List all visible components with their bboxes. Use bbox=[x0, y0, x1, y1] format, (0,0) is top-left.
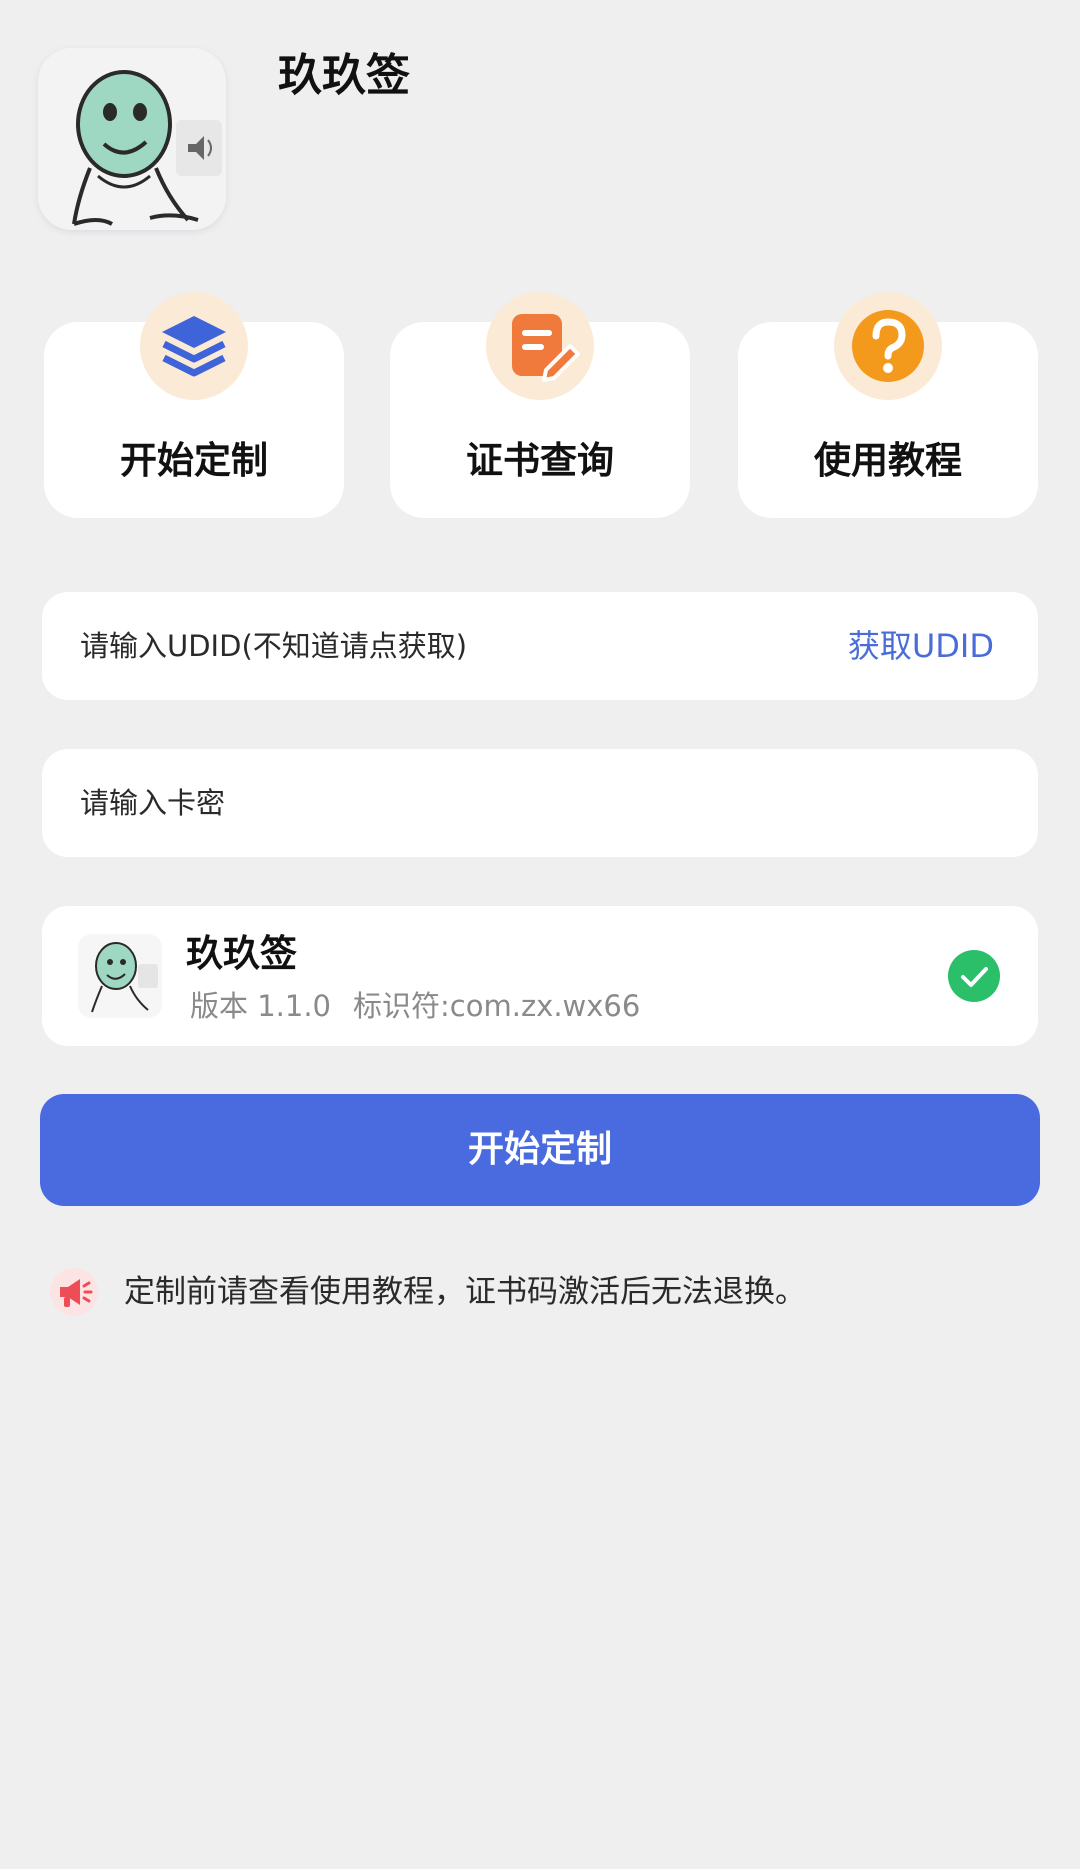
layers-badge bbox=[140, 292, 248, 400]
card-key-input[interactable]: 请输入卡密 bbox=[80, 749, 225, 857]
app-thumbnail bbox=[78, 934, 162, 1018]
tutorial-badge bbox=[834, 292, 942, 400]
app-info-name: 玖玖签 bbox=[186, 932, 297, 975]
app-version: 版本 1.1.0 bbox=[190, 989, 332, 1023]
udid-field[interactable]: 请输入UDID(不知道请点获取) 获取UDID bbox=[42, 592, 1038, 700]
get-udid-link[interactable]: 获取UDID bbox=[848, 592, 994, 700]
certificate-edit-icon bbox=[512, 314, 580, 382]
certificate-query-card[interactable]: 证书查询 bbox=[390, 292, 690, 518]
certificate-badge bbox=[486, 292, 594, 400]
start-customize-button[interactable]: 开始定制 bbox=[40, 1094, 1040, 1206]
tutorial-label: 使用教程 bbox=[814, 439, 962, 482]
app-icon bbox=[38, 48, 226, 230]
layers-icon bbox=[162, 316, 226, 377]
megaphone-icon bbox=[50, 1268, 98, 1316]
app-info-meta: 版本 1.1.0 标识符:com.zx.wx66 bbox=[190, 986, 640, 1026]
check-circle-icon[interactable] bbox=[948, 950, 1000, 1002]
cartoon-avatar-icon bbox=[38, 48, 226, 230]
udid-input[interactable]: 请输入UDID(不知道请点获取) bbox=[80, 592, 467, 700]
app-info-row[interactable]: 玖玖签 版本 1.1.0 标识符:com.zx.wx66 bbox=[42, 906, 1038, 1046]
notice-text: 定制前请查看使用教程，证书码激活后无法退换。 bbox=[124, 1274, 806, 1310]
start-customize-label: 开始定制 bbox=[120, 439, 268, 482]
tutorial-card[interactable]: 使用教程 bbox=[738, 292, 1038, 518]
card-key-field[interactable]: 请输入卡密 bbox=[42, 749, 1038, 857]
app-title: 玖玖签 bbox=[278, 50, 410, 101]
certificate-query-label: 证书查询 bbox=[466, 439, 614, 482]
question-icon bbox=[852, 310, 924, 382]
cartoon-avatar-icon bbox=[78, 934, 162, 1018]
start-customize-card[interactable]: 开始定制 bbox=[44, 292, 344, 518]
app-identifier: 标识符:com.zx.wx66 bbox=[353, 989, 641, 1023]
